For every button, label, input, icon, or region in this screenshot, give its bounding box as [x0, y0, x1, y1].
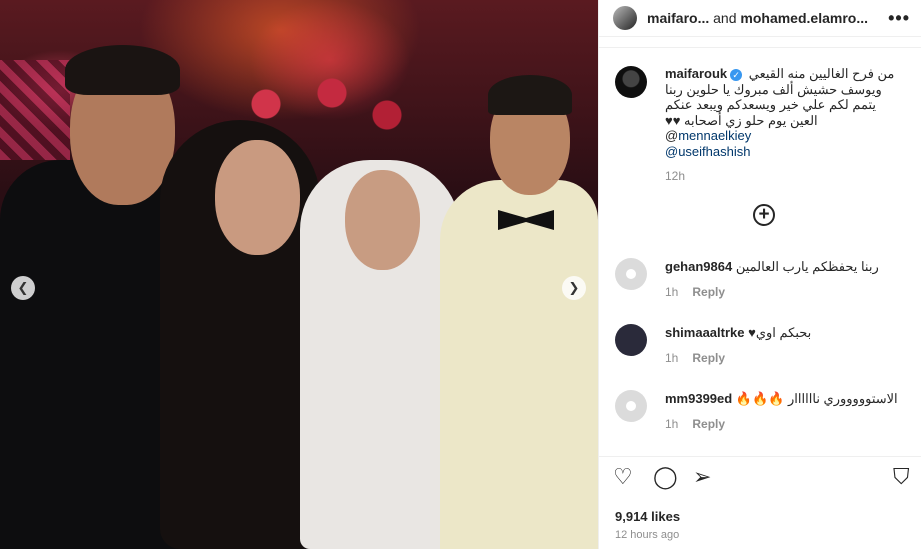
caption: maifarouk ✓ من فرح الغاليين منه القيعي وي… [615, 66, 905, 185]
header-user2[interactable]: mohamed.elamro... [740, 10, 868, 26]
comment-item: gehan9864 ربنا يحفظكم يارب العالمين 1h Re… [615, 258, 910, 299]
post-timestamp: 12 hours ago [615, 529, 680, 541]
prev-photo-button[interactable]: ❮ [11, 276, 35, 300]
comment-username[interactable]: shimaaaltrke [665, 325, 745, 340]
header-user1[interactable]: maifaro... [647, 10, 709, 26]
add-comment-icon[interactable]: + [753, 204, 775, 226]
comment-text: ربنا يحفظكم يارب العالمين [735, 259, 879, 274]
heart-icon[interactable]: ♡ [613, 466, 633, 490]
reply-button[interactable]: Reply [692, 285, 725, 299]
comment-avatar[interactable] [615, 258, 647, 290]
comment-time: 1h [665, 417, 679, 431]
caption-username[interactable]: maifarouk [665, 66, 727, 81]
comment-time: 1h [665, 351, 679, 365]
groom-hair [488, 75, 572, 115]
action-bar: ♡ ◯ ➢ ⛉ [613, 466, 913, 492]
person-1-body [0, 160, 180, 549]
person-1-hair [65, 45, 180, 95]
mention-link-2[interactable]: @useifhashish [665, 144, 750, 159]
header-avatar[interactable] [613, 6, 637, 30]
comment-avatar[interactable] [615, 324, 647, 356]
actions-divider [599, 456, 921, 457]
person-2-face [215, 140, 300, 255]
comment-time: 1h [665, 285, 679, 299]
post-photo[interactable]: ❮ ❯ [0, 0, 598, 549]
reply-button[interactable]: Reply [692, 417, 725, 431]
header-joiner: and [709, 10, 741, 26]
caption-avatar[interactable] [615, 66, 647, 98]
comment-avatar[interactable] [615, 390, 647, 422]
mention-link-1[interactable]: mennaelkiey [678, 128, 751, 143]
header-usernames: maifaro... and mohamed.elamro... [647, 10, 868, 26]
post-header: maifaro... and mohamed.elamro... ••• [599, 0, 921, 37]
like-count[interactable]: 9,914 likes [615, 509, 680, 524]
share-icon[interactable]: ➢ [693, 466, 711, 490]
comment-text: بحبكم اوي♥ [748, 325, 812, 340]
comment-icon[interactable]: ◯ [653, 466, 678, 490]
bride-face [345, 170, 420, 270]
groom-jacket [440, 180, 598, 549]
post-panel: maifaro... and mohamed.elamro... ••• mai… [598, 0, 921, 549]
next-photo-button[interactable]: ❯ [562, 276, 586, 300]
comment-item: mm9399ed الاستوووووري ناااااار 🔥🔥🔥 1h Rep… [615, 390, 910, 431]
comment-item: shimaaaltrke بحبكم اوي♥ 1h Reply [615, 324, 910, 365]
comment-username[interactable]: mm9399ed [665, 391, 732, 406]
comment-username[interactable]: gehan9864 [665, 259, 732, 274]
reply-button[interactable]: Reply [692, 351, 725, 365]
bookmark-icon[interactable]: ⛉ [893, 466, 910, 490]
comment-text: الاستوووووري ناااااار 🔥🔥🔥 [735, 391, 898, 406]
more-icon[interactable]: ••• [888, 8, 910, 29]
caption-text-block: maifarouk ✓ من فرح الغاليين منه القيعي وي… [665, 66, 905, 185]
caption-time: 12h [665, 169, 686, 183]
stage-decoration [0, 60, 70, 160]
header-divider [599, 47, 921, 48]
verified-badge-icon: ✓ [730, 68, 743, 81]
